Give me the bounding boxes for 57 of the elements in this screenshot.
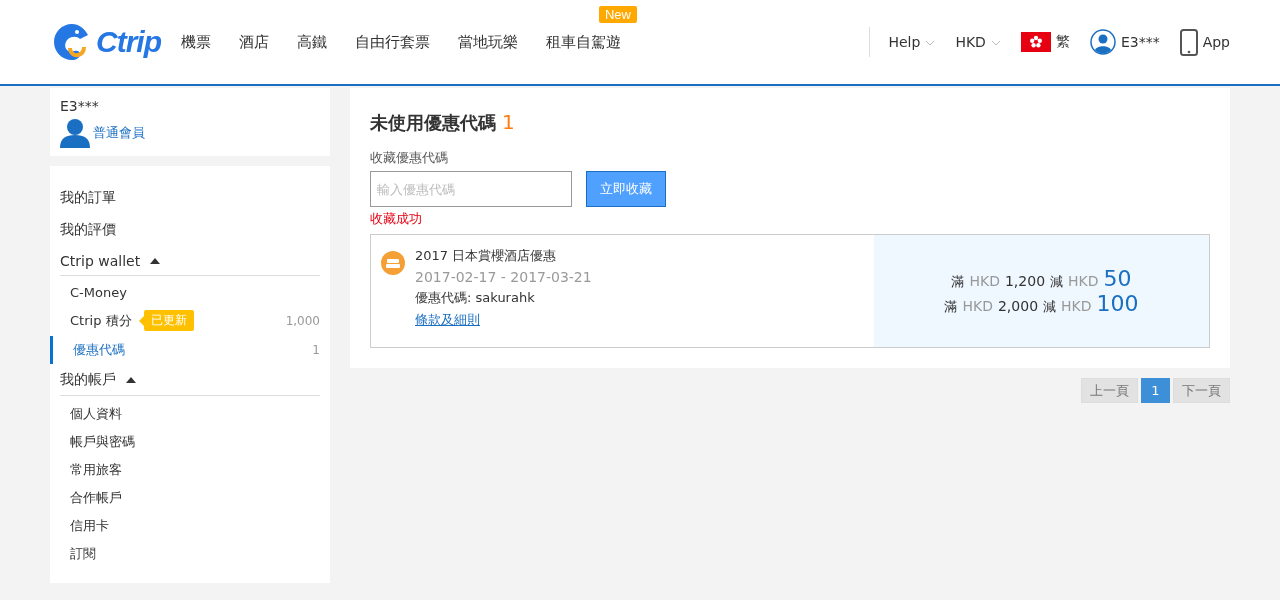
nav-link[interactable]: 租車自駕遊 xyxy=(546,26,621,58)
rule-text: 減 xyxy=(1050,273,1064,291)
currency-text: HKD xyxy=(1061,298,1092,314)
rule-text: 滿 xyxy=(944,298,958,316)
rule-text: 滿 xyxy=(951,273,965,291)
currency-text: HKD xyxy=(1068,273,1099,289)
currency-text: HKD xyxy=(962,298,993,314)
section-toggle[interactable]: Ctrip wallet xyxy=(60,246,320,276)
currency-text: HKD xyxy=(969,273,1000,289)
user-icon xyxy=(1089,29,1116,55)
member-avatar-icon xyxy=(60,118,90,148)
discount-amount: 100 xyxy=(1096,291,1139,316)
terms-link[interactable]: 條款及細則 xyxy=(415,311,480,329)
menu-link[interactable]: 我的評價 xyxy=(60,214,320,246)
user-name: E3*** xyxy=(60,98,100,114)
field-label: 收藏優惠代碼 xyxy=(370,149,449,167)
section-toggle[interactable]: 我的帳戶 xyxy=(60,364,320,396)
submenu-item[interactable]: 個人資料 xyxy=(60,400,320,428)
discount-amount: 50 xyxy=(1103,266,1132,291)
help-menu[interactable]: Help xyxy=(888,34,936,50)
success-message: 收藏成功 xyxy=(370,210,423,228)
submenu-item[interactable]: 訂閱 xyxy=(60,540,320,568)
submenu-item[interactable]: 常用旅客 xyxy=(60,456,320,484)
nav-link[interactable]: 酒店 xyxy=(239,26,269,58)
member-level-link[interactable]: 普通會員 xyxy=(93,124,145,142)
flag-icon xyxy=(1020,32,1051,52)
submenu-item[interactable]: Ctrip 積分 已更新 1,000 xyxy=(60,305,320,336)
chevron-down-icon xyxy=(990,40,1001,46)
menu-link[interactable]: 我的訂單 xyxy=(60,182,320,214)
nav-link[interactable]: 當地玩樂 xyxy=(458,26,518,58)
app-link[interactable]: App xyxy=(1179,28,1230,56)
phone-icon xyxy=(1179,28,1198,56)
submenu-item[interactable]: 合作帳戶 xyxy=(60,484,320,512)
chevron-down-icon xyxy=(925,40,936,46)
coupon-code-field[interactable]: 輸入優惠代碼 xyxy=(370,171,572,207)
coupon-title: 2017 日本賞櫻酒店優惠 xyxy=(415,247,558,265)
bed-icon xyxy=(381,251,405,275)
language-link[interactable]: 繁 xyxy=(1020,32,1070,52)
validity-dates: 2017-02-17 - 2017-03-21 xyxy=(415,269,592,285)
submenu-item[interactable]: C-Money xyxy=(60,280,320,305)
item-count: 1 xyxy=(312,343,320,357)
new-badge: New xyxy=(599,5,637,23)
currency-menu[interactable]: HKD xyxy=(955,34,1001,50)
ctrip-logo[interactable]: Ctrip xyxy=(50,20,161,64)
nav-link[interactable]: 高鐵 xyxy=(297,26,327,58)
item-count: 1,000 xyxy=(285,313,320,328)
coupon-code: 優惠代碼: sakurahk xyxy=(415,289,536,307)
submenu-item[interactable]: 信用卡 xyxy=(60,512,320,540)
submenu-item[interactable]: 帳戶與密碼 xyxy=(60,428,320,456)
coupon-count: 1 xyxy=(502,110,515,134)
spend-amount: 2,000 xyxy=(997,298,1039,314)
nav-link[interactable]: 機票 xyxy=(181,26,211,58)
rule-text: 減 xyxy=(1043,298,1057,316)
nav-link[interactable]: 自由行套票 xyxy=(355,26,430,58)
spend-amount: 1,200 xyxy=(1004,273,1046,289)
page-title: 未使用優惠代碼 xyxy=(370,111,496,135)
account-link[interactable]: E3*** xyxy=(1089,29,1160,55)
